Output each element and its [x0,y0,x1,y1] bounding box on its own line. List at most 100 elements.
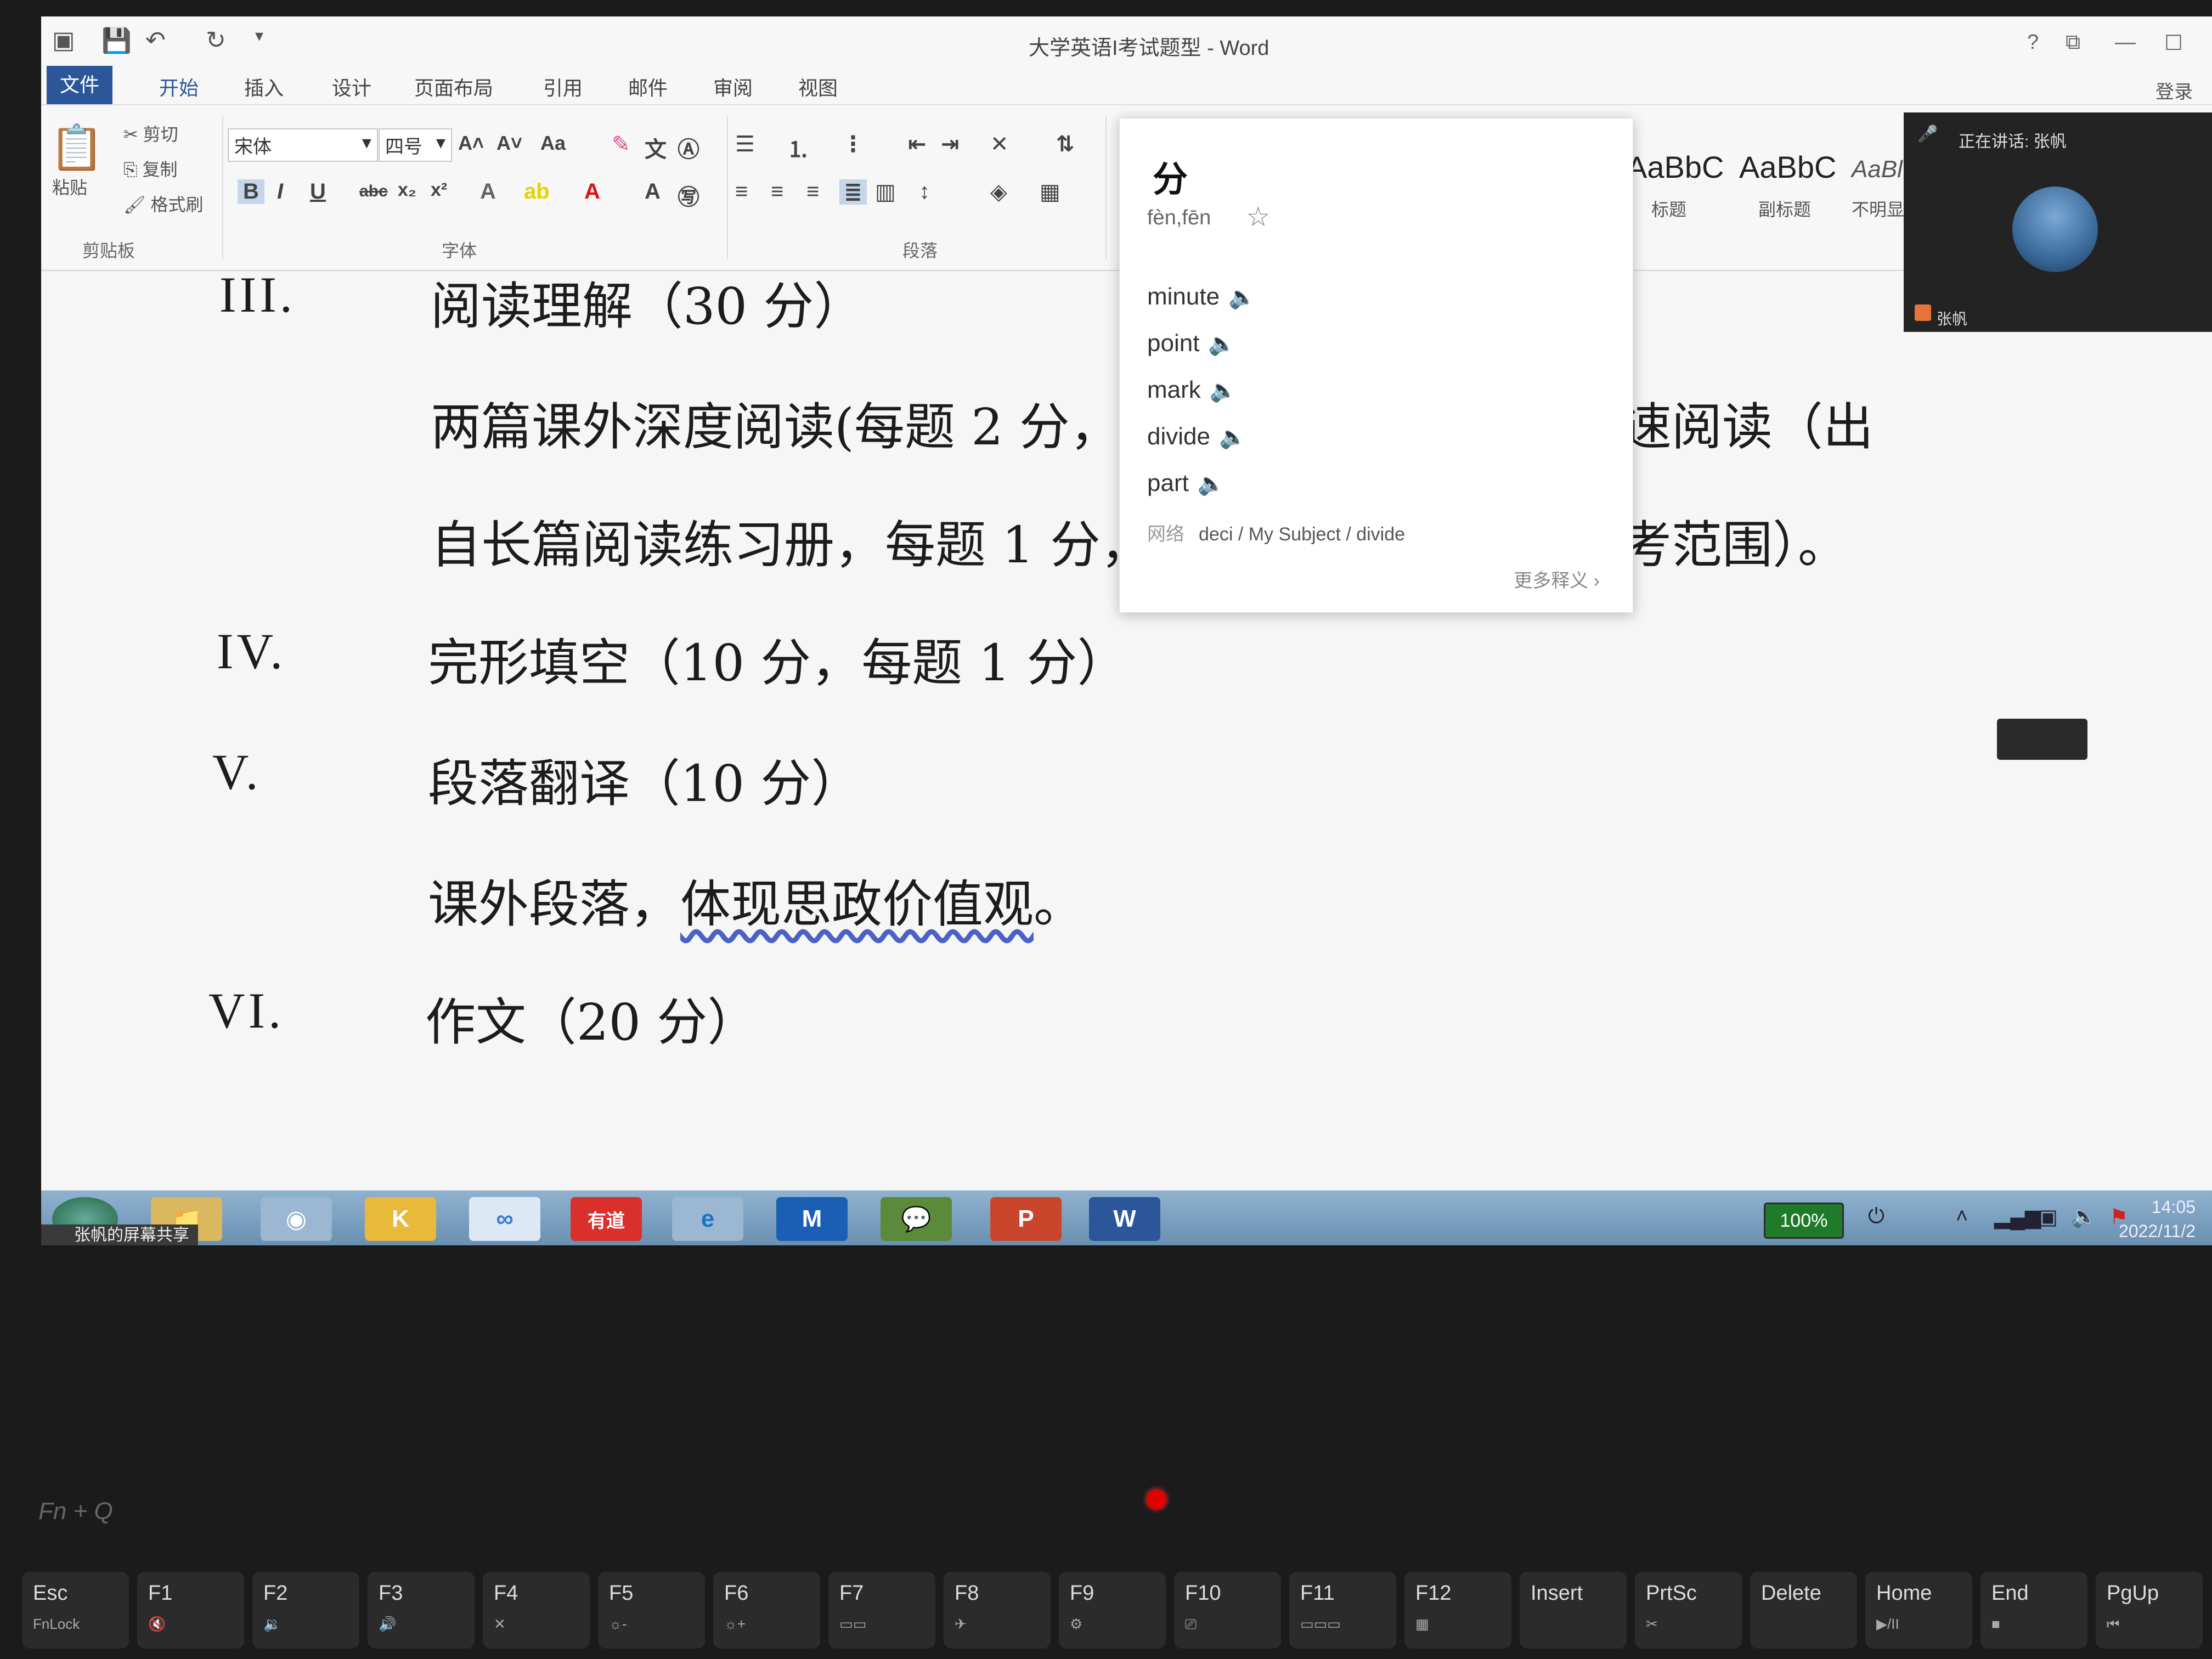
chrome-icon[interactable]: ◉ [261,1197,332,1241]
speaker-icon[interactable]: 🔈 [1198,472,1225,496]
floating-toolbar[interactable] [1997,719,2087,760]
speaker-icon[interactable]: 🔈 [1210,379,1237,403]
shading-icon[interactable]: ◈ [990,179,1007,205]
bullets-icon[interactable]: ☰ [735,132,755,157]
tab-review[interactable]: 审阅 [713,72,753,101]
key-f8[interactable]: F8 ✈ [944,1572,1051,1649]
spellcheck-underlined-text[interactable]: 体现思政价值观 [680,875,1034,934]
char-shading-icon[interactable]: A [645,179,661,204]
battery-indicator[interactable]: 100% [1764,1203,1844,1239]
baidu-netdisk-icon[interactable]: ∞ [469,1197,540,1241]
kugou-icon[interactable]: K [365,1197,436,1241]
tab-view[interactable]: 视图 [798,72,838,101]
key-home[interactable]: Home ▶/II [1865,1572,1972,1649]
enclose-char-icon[interactable]: ㊢ [678,179,699,211]
key-f6[interactable]: F6 ☼+ [713,1572,820,1649]
justify-icon[interactable]: ≣ [839,179,867,205]
tab-references[interactable]: 引用 [543,72,583,101]
maximize-button[interactable]: ☐ [2164,31,2183,55]
phonetic-guide-icon[interactable]: 文 [645,132,667,163]
numbering-icon[interactable]: ⒈ [787,132,809,163]
clipboard-tray-icon[interactable]: ▣ [2038,1205,2058,1229]
undo-icon[interactable]: ↶ [145,26,166,54]
key-f10[interactable]: F10 ⎚ [1174,1572,1281,1649]
italic-button[interactable]: I [277,179,283,204]
key-f2[interactable]: F2 🔉 [252,1572,359,1649]
key-pgup[interactable]: PgUp ⏮ [2096,1572,2203,1649]
copy-button[interactable]: ⎘ 复制 [123,156,178,181]
powerpoint-icon[interactable]: P [990,1197,1062,1241]
underline-button[interactable]: U [310,179,326,204]
key-f3[interactable]: F3 🔊 [368,1572,475,1649]
superscript-button[interactable]: x² [431,179,447,201]
grow-font-button[interactable]: A˄ [458,132,484,155]
volume-icon[interactable]: 🔈 [2071,1205,2097,1229]
chinese-layout-icon[interactable]: ✕ [990,132,1009,157]
style-sample-subtle[interactable]: AaBl [1852,156,1903,183]
change-case-button[interactable]: Aa [540,132,566,155]
key-prtsc[interactable]: PrtSc ✂ [1635,1572,1742,1649]
subscript-button[interactable]: x₂ [398,179,416,201]
clock[interactable]: 14:05 2022/11/2 [2119,1195,2196,1243]
save-icon[interactable]: 💾 [101,26,132,55]
key-delete[interactable]: Delete [1750,1572,1857,1649]
shrink-font-button[interactable]: A˅ [496,132,522,155]
tab-insert[interactable]: 插入 [244,72,284,101]
network-icon[interactable]: ▂▄▆ [1994,1205,2041,1229]
font-color-icon[interactable]: A [584,179,600,204]
paste-label[interactable]: 粘贴 [52,174,87,199]
key-f12[interactable]: F12 ▦ [1404,1572,1511,1649]
borders-icon[interactable]: ▦ [1040,179,1060,205]
bold-button[interactable]: B [238,179,264,204]
ie-icon[interactable]: e [672,1197,743,1241]
decrease-indent-icon[interactable]: ⇤ [908,132,927,157]
strikethrough-button[interactable]: abc [359,182,388,201]
tab-file[interactable]: 文件 [47,66,112,104]
speaker-icon[interactable]: 🔈 [1228,285,1256,309]
line-spacing-icon[interactable]: ↕ [919,179,930,204]
redo-icon[interactable]: ↻ [206,26,226,54]
font-name-select[interactable]: 宋体 ▾ [228,128,378,162]
sign-in-link[interactable]: 登录 [2155,77,2193,104]
meeting-video-panel[interactable]: 🎤 正在讲话: 张帆 张帆 [1904,112,2212,332]
more-definitions-link[interactable]: 更多释义 › [1514,566,1600,592]
highlight-icon[interactable]: ab [524,179,550,204]
youdao-icon[interactable]: 有道 [571,1197,642,1241]
tab-design[interactable]: 设计 [332,72,371,101]
lark-icon[interactable]: M [776,1197,848,1241]
speaker-icon[interactable]: 🔈 [1208,332,1235,356]
key-esc[interactable]: Esc FnLock [22,1572,129,1649]
align-center-icon[interactable]: ≡ [771,179,783,204]
align-left-icon[interactable]: ≡ [735,179,748,204]
key-insert[interactable]: Insert [1520,1572,1627,1649]
favorite-star-icon[interactable]: ☆ [1246,201,1271,233]
tab-mailings[interactable]: 邮件 [628,72,668,101]
style-sample-subtitle[interactable]: AaBbC [1739,149,1836,185]
cut-button[interactable]: ✂ 剪切 [123,121,178,146]
key-end[interactable]: End ■ [1980,1572,2087,1649]
tab-home[interactable]: 开始 [159,72,199,109]
word-icon[interactable]: W [1089,1197,1160,1241]
clear-format-icon[interactable]: ✎ [612,132,630,157]
tab-layout[interactable]: 页面布局 [414,72,493,101]
key-f9[interactable]: F9 ⚙ [1059,1572,1166,1649]
key-f5[interactable]: F5 ☼- [598,1572,705,1649]
paste-icon[interactable]: 📋 [49,122,104,173]
style-sample-title[interactable]: AaBbC [1627,149,1724,185]
format-painter-button[interactable]: 🖌 格式刷 [123,191,204,216]
key-f11[interactable]: F11 ▭▭▭ [1289,1572,1396,1649]
power-plug-icon[interactable]: ⏻ [1868,1205,1884,1228]
speaker-icon[interactable]: 🔈 [1219,425,1246,449]
show-hidden-icons[interactable]: ˄ [1956,1205,1968,1228]
char-border-icon[interactable]: Ⓐ [678,132,699,163]
distributed-icon[interactable]: ▥ [875,179,896,205]
key-f4[interactable]: F4 ✕ [483,1572,590,1649]
customize-qa-icon[interactable]: ▾ [255,26,263,46]
text-effects-icon[interactable]: A [480,179,496,204]
multilevel-list-icon[interactable]: ⋮ [842,132,864,157]
align-right-icon[interactable]: ≡ [806,179,819,204]
wechat-icon[interactable]: 💬 [881,1197,952,1241]
increase-indent-icon[interactable]: ⇥ [941,132,960,157]
help-button[interactable]: ? [2027,31,2039,54]
minimize-button[interactable]: — [2115,31,2136,54]
